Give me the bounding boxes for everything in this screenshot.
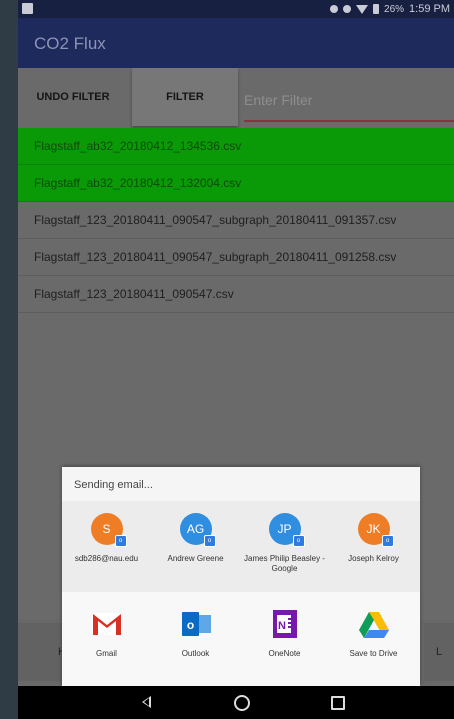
navigation-bar (18, 686, 454, 719)
battery-percent: 26% (384, 3, 405, 15)
avatar: AG o (179, 513, 216, 547)
target-label: sdb286@nau.edu (74, 554, 139, 563)
svg-text:o: o (186, 618, 193, 632)
share-target-person[interactable]: S o sdb286@nau.edu (62, 513, 151, 564)
target-label: OneNote (268, 649, 301, 658)
avatar: JK o (357, 513, 394, 547)
wifi-icon (356, 4, 369, 14)
share-target-save-to-drive[interactable]: Save to Drive (329, 608, 418, 659)
recent-apps-icon[interactable] (331, 696, 345, 710)
target-label: Joseph Kelroy (348, 554, 399, 563)
battery-icon (373, 4, 380, 14)
file-row[interactable]: Flagstaff_123_20180411_090547_subgraph_2… (18, 202, 454, 239)
back-icon[interactable] (142, 696, 151, 708)
file-row[interactable]: Flagstaff_123_20180411_090547.csv (18, 276, 454, 313)
outlook-badge-icon: o (114, 535, 127, 547)
app-bar: CO2 Flux (18, 18, 454, 68)
app-title: CO2 Flux (34, 34, 106, 53)
share-target-person[interactable]: AG o Andrew Greene (151, 513, 240, 564)
file-row[interactable]: Flagstaff_123_20180411_090547_subgraph_2… (18, 239, 454, 276)
status-bar: 26% 1:59 PM (18, 0, 454, 18)
svg-text:N: N (278, 620, 286, 632)
gmail-icon (90, 608, 124, 640)
share-target-outlook[interactable]: o Outlook (151, 608, 240, 659)
filter-toolbar: UNDO FILTER FILTER (18, 68, 454, 128)
undo-filter-button[interactable]: UNDO FILTER (18, 68, 128, 126)
home-icon[interactable] (234, 695, 250, 711)
share-target-person[interactable]: JK o Joseph Kelroy (329, 513, 418, 564)
share-sheet-title: Sending email... (74, 479, 153, 491)
filter-button[interactable]: FILTER (132, 68, 238, 126)
file-row[interactable]: Flagstaff_ab32_20180412_132004.csv (18, 165, 454, 202)
target-label: Gmail (96, 649, 117, 658)
direct-share-targets: S o sdb286@nau.edu AG o Andrew Greene JP… (62, 501, 420, 592)
share-target-person[interactable]: JP o James Philip Beasley - Google (240, 513, 329, 574)
filter-input[interactable] (244, 80, 454, 122)
file-row[interactable]: Flagstaff_ab32_20180412_134536.csv (18, 128, 454, 165)
target-label: James Philip Beasley - Google (244, 554, 325, 573)
target-label: Save to Drive (349, 649, 398, 658)
avatar: S o (90, 513, 127, 547)
share-sheet: Sending email... S o sdb286@nau.edu AG o… (62, 467, 420, 686)
google-drive-icon (357, 608, 391, 640)
target-label: Outlook (181, 649, 210, 658)
bottom-right-button[interactable]: L (424, 623, 454, 681)
do-not-disturb-icon (343, 5, 352, 13)
share-target-onenote[interactable]: N OneNote (240, 608, 329, 659)
clock: 1:59 PM (409, 3, 450, 15)
file-list: Flagstaff_ab32_20180412_134536.csv Flags… (18, 128, 454, 313)
outlook-badge-icon: o (203, 535, 216, 547)
app-share-targets: Gmail o Outlook N OneNote Save to Drive (62, 592, 420, 686)
avatar: JP o (268, 513, 305, 547)
onenote-icon: N (268, 608, 302, 640)
target-label: Andrew Greene (167, 554, 224, 563)
image-notification-icon (22, 3, 33, 14)
outlook-badge-icon: o (292, 535, 305, 547)
location-icon (330, 5, 339, 13)
device-screen: 26% 1:59 PM CO2 Flux UNDO FILTER FILTER … (18, 0, 454, 719)
share-target-gmail[interactable]: Gmail (62, 608, 151, 659)
outlook-icon: o (179, 608, 213, 640)
outlook-badge-icon: o (381, 535, 394, 547)
